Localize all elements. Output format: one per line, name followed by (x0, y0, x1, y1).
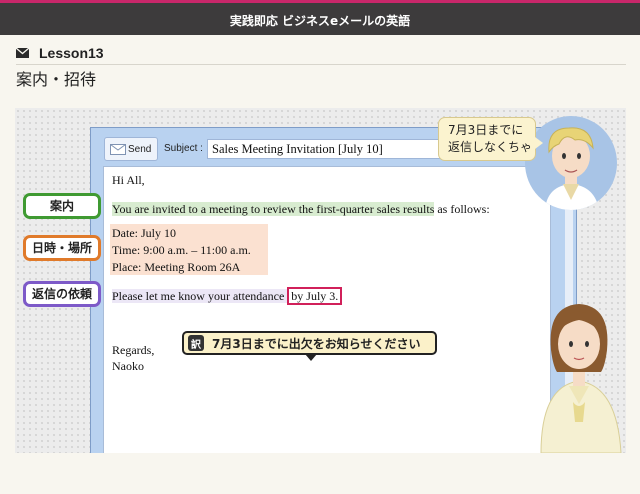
mail-icon (16, 48, 29, 58)
invite-highlight: You are invited to a meeting to review t… (112, 202, 435, 216)
tag-reply-request: 返信の依頼 (23, 281, 101, 307)
invite-rest: as follows: (434, 202, 490, 216)
mail-window: Send Subject : Sales Meeting Invitation … (90, 127, 577, 453)
greeting: Hi All, (112, 173, 145, 187)
send-label: Send (128, 143, 152, 155)
speech-line-2: 返信しなくちゃ (448, 140, 533, 154)
send-button[interactable]: Send (104, 137, 158, 161)
subject-label: Subject : (164, 143, 203, 154)
signature: Naoko (112, 359, 144, 373)
app-title: 実践即応 ビジネスeメールの英語 (229, 14, 411, 28)
translation-text: 7月3日までに出欠をお知らせください (212, 336, 421, 351)
translation-badge: 訳 (188, 335, 204, 351)
envelope-icon (110, 140, 126, 159)
woman-illustration (533, 286, 626, 453)
bubble-tail (535, 137, 543, 149)
speech-bubble: 7月3日までに 返信しなくちゃ (438, 117, 543, 161)
place-line: Place: Meeting Room 26A (112, 260, 241, 274)
tag-announcement: 案内 (23, 193, 101, 219)
date-line: Date: July 10 (112, 226, 176, 240)
time-line: Time: 9:00 a.m. – 11:00 a.m. (112, 243, 251, 257)
closing: Regards, (112, 343, 155, 357)
app-header: 実践即応 ビジネスeメールの英語 (0, 0, 640, 35)
mail-body[interactable]: Hi All, You are invited to a meeting to … (103, 166, 551, 453)
illustration-panel: Send Subject : Sales Meeting Invitation … (15, 108, 626, 453)
tag-datetime-place: 日時・場所 (23, 235, 101, 261)
deadline-box: by July 3. (287, 287, 343, 305)
page-subtitle: 案内・招待 (16, 70, 97, 89)
speech-line-1: 7月3日までに (448, 123, 524, 137)
lesson-label: Lesson13 (39, 45, 104, 61)
lesson-heading: Lesson13 (16, 44, 104, 62)
divider (16, 64, 626, 65)
reply-highlight: Please let me know your attendance (112, 289, 288, 303)
invite-line: You are invited to a meeting to review t… (112, 202, 490, 217)
tooltip-tail (305, 354, 317, 361)
reply-line: Please let me know your attendance by Ju… (112, 287, 343, 305)
man-avatar (525, 116, 617, 210)
translation-tooltip: 訳 7月3日までに出欠をお知らせください (182, 331, 437, 361)
